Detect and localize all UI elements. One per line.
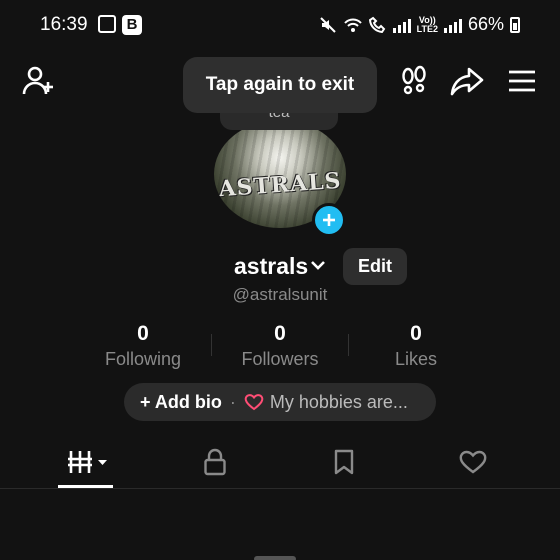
- volte-indicator: Vo)) LTE2: [416, 15, 438, 34]
- lte-label: LTE2: [416, 23, 438, 34]
- bookmark-icon: [334, 449, 354, 475]
- stat-likes[interactable]: 0 Likes: [346, 322, 486, 370]
- add-user-icon: [22, 66, 53, 95]
- toast-message: Tap again to exit: [183, 57, 377, 113]
- tab-videos[interactable]: [54, 440, 124, 484]
- videos-grid-icon: [68, 451, 107, 473]
- stat-value: 0: [274, 322, 286, 345]
- bio-pill[interactable]: + Add bio · My hobbies are...: [124, 383, 436, 421]
- heart-icon: [244, 394, 264, 411]
- stat-value: 0: [410, 322, 422, 345]
- add-avatar-button[interactable]: [312, 203, 346, 237]
- add-bio-button[interactable]: + Add bio: [140, 392, 222, 413]
- tab-saved[interactable]: [309, 440, 379, 484]
- wifi-calling-icon: [368, 16, 385, 33]
- signal-icon-2: [443, 17, 462, 33]
- menu-button[interactable]: [503, 62, 541, 100]
- gallery-icon: [98, 15, 116, 33]
- lock-icon: [204, 448, 226, 476]
- add-user-button[interactable]: [19, 62, 57, 100]
- stat-following[interactable]: 0 Following: [73, 322, 213, 370]
- tab-private[interactable]: [180, 440, 250, 484]
- stat-value: 0: [137, 322, 149, 345]
- profile-views-button[interactable]: [395, 62, 433, 100]
- edit-profile-button[interactable]: Edit: [343, 248, 407, 285]
- heart-outline-icon: [459, 450, 487, 474]
- menu-icon: [509, 70, 535, 92]
- plus-icon: [323, 214, 335, 226]
- status-right-group: Vo)) LTE2 66%: [319, 14, 520, 35]
- stat-label: Followers: [241, 349, 319, 369]
- battery-icon: [510, 16, 520, 33]
- stat-label: Following: [104, 349, 182, 369]
- chevron-down-icon[interactable]: [310, 258, 326, 272]
- home-indicator[interactable]: [254, 556, 296, 560]
- bio-separator: ·: [229, 391, 236, 412]
- share-icon: [450, 67, 484, 96]
- signal-icon: [392, 17, 411, 33]
- wifi-icon: [343, 18, 362, 32]
- username[interactable]: astrals: [234, 253, 308, 280]
- status-bar: 16:39 B Vo)) LTE2 66%: [0, 0, 560, 50]
- user-handle: @astralsunit: [232, 285, 328, 304]
- tabs-divider: [0, 488, 560, 489]
- mute-icon: [319, 16, 336, 33]
- footprints-icon: [402, 65, 426, 95]
- share-profile-button[interactable]: [448, 62, 486, 100]
- b-icon: B: [122, 15, 142, 35]
- battery-percent: 66%: [467, 14, 504, 34]
- status-time: 16:39: [40, 14, 88, 35]
- hobbies-prompt[interactable]: My hobbies are...: [270, 392, 408, 413]
- tab-liked[interactable]: [438, 440, 508, 484]
- stat-label: Likes: [394, 349, 438, 369]
- stat-followers[interactable]: 0 Followers: [210, 322, 350, 370]
